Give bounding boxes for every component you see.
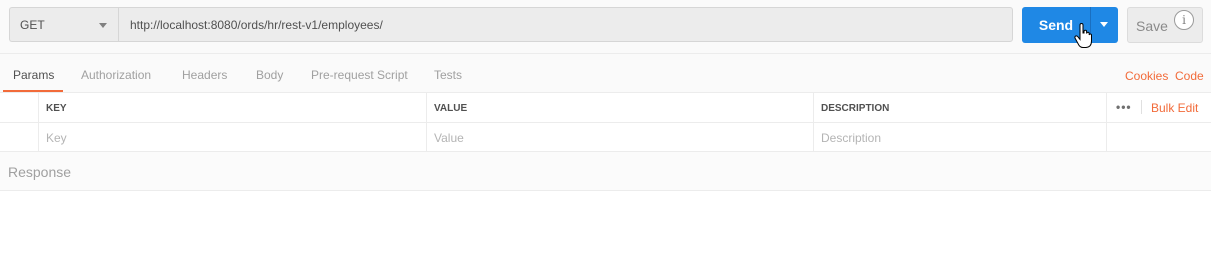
code-link[interactable]: Code bbox=[1175, 69, 1204, 83]
send-button[interactable]: Send bbox=[1022, 7, 1118, 43]
divider bbox=[1141, 100, 1142, 114]
info-icon[interactable]: i bbox=[1174, 10, 1194, 30]
cookies-link[interactable]: Cookies bbox=[1125, 69, 1168, 83]
hand-cursor-icon bbox=[1074, 23, 1092, 48]
key-column-header: KEY bbox=[39, 93, 427, 122]
request-bar: GET http://localhost:8080/ords/hr/rest-v… bbox=[0, 0, 1211, 54]
tab-pre-request-script[interactable]: Pre-request Script bbox=[311, 68, 408, 82]
tab-authorization[interactable]: Authorization bbox=[81, 68, 151, 82]
value-column-header: VALUE bbox=[427, 93, 814, 122]
more-options-icon[interactable]: ••• bbox=[1116, 100, 1132, 114]
key-input[interactable]: Key bbox=[39, 122, 427, 151]
params-table: KEY VALUE DESCRIPTION ••• Bulk Edit Key … bbox=[0, 93, 1211, 152]
chevron-down-icon bbox=[99, 23, 107, 28]
save-label: Save bbox=[1136, 18, 1168, 34]
response-section-header: Response bbox=[0, 152, 1211, 191]
tab-tests[interactable]: Tests bbox=[434, 68, 462, 82]
method-value: GET bbox=[20, 18, 45, 32]
description-column-header: DESCRIPTION bbox=[814, 93, 1107, 122]
response-body bbox=[0, 191, 1211, 253]
description-input[interactable]: Description bbox=[814, 122, 1107, 151]
table-row: Key Value Description bbox=[0, 122, 1211, 152]
value-placeholder: Value bbox=[434, 131, 464, 145]
key-header-label: KEY bbox=[46, 103, 67, 114]
method-select[interactable]: GET bbox=[9, 7, 118, 42]
value-input[interactable]: Value bbox=[427, 122, 814, 151]
description-header-label: DESCRIPTION bbox=[821, 103, 890, 114]
description-placeholder: Description bbox=[821, 131, 882, 145]
tab-params[interactable]: Params bbox=[13, 68, 54, 82]
row-checkbox-cell[interactable] bbox=[0, 122, 39, 151]
value-header-label: VALUE bbox=[434, 103, 468, 114]
bulk-edit-link[interactable]: Bulk Edit bbox=[1151, 101, 1198, 115]
response-label: Response bbox=[8, 164, 72, 180]
chevron-down-icon bbox=[1100, 22, 1108, 27]
url-input[interactable]: http://localhost:8080/ords/hr/rest-v1/em… bbox=[118, 7, 1013, 42]
key-placeholder: Key bbox=[46, 131, 67, 145]
tab-headers[interactable]: Headers bbox=[182, 68, 227, 82]
send-options-button[interactable] bbox=[1090, 7, 1118, 43]
request-tabs: Params Authorization Headers Body Pre-re… bbox=[0, 54, 1211, 93]
active-tab-indicator bbox=[3, 90, 63, 92]
checkbox-column-header bbox=[0, 93, 39, 122]
table-header-row: KEY VALUE DESCRIPTION ••• Bulk Edit bbox=[0, 93, 1211, 123]
tab-body[interactable]: Body bbox=[256, 68, 283, 82]
save-button[interactable]: Save i bbox=[1127, 7, 1203, 43]
